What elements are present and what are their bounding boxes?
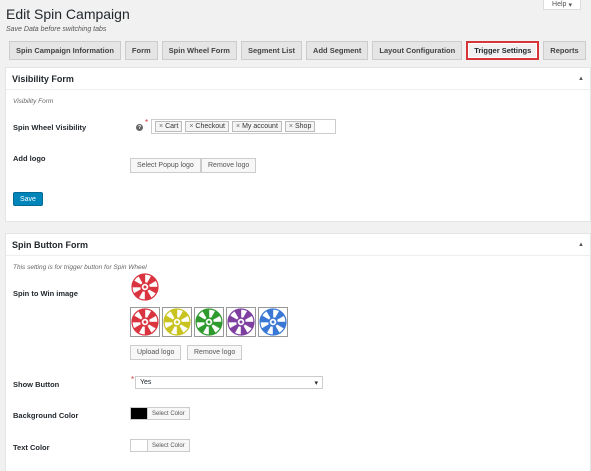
select-popup-logo-button[interactable]: Select Popup logo [130,158,201,173]
spin-wheel-icon [259,308,287,336]
required-marker: * [145,118,149,127]
help-icon[interactable]: ? [136,124,143,131]
panel-title: Spin Button Form [12,239,88,250]
upload-logo-button[interactable]: Upload logo [130,345,182,360]
spin-wheel-icon [163,308,191,336]
tab-layout-configuration[interactable]: Layout Configuration [372,41,463,60]
wheel-center [207,320,211,324]
selected-chip-shop: × Shop [284,121,316,132]
spin-wheel-icon [131,308,159,336]
text-color-label: Text Color [13,443,50,452]
background-color-picker[interactable]: Select Color [130,407,190,420]
add-logo-label: Add logo [13,154,46,163]
help-tab[interactable]: Help ▾ [543,0,581,10]
spin-wheel-icon [195,308,223,336]
wheel-center [271,320,275,324]
tab-spin-campaign-information[interactable]: Spin Campaign Information [9,41,121,60]
visibility-form-header[interactable]: Visibility Form ▲ [6,68,590,90]
select-value: Yes [140,379,152,386]
chevron-down-icon: ▾ [314,379,318,387]
panel-description: This setting is for trigger button for S… [13,264,147,271]
help-label: Help [552,1,567,8]
tab-trigger-settings[interactable]: Trigger Settings [466,41,540,60]
color-swatch [131,408,148,419]
color-swatch [131,440,148,451]
spin-to-win-image-label: Spin to Win image [13,289,78,298]
panel-description: Visibility Form [13,98,54,105]
wheel-option-red[interactable] [130,307,160,337]
page-subtitle: Save Data before switching tabs [6,26,107,33]
remove-logo-button[interactable]: Remove logo [187,345,243,360]
tab-bar: Spin Campaign Information Form Spin Whee… [9,41,586,60]
wheel-option-blue[interactable] [258,307,288,337]
chip-label: Cart [165,123,179,130]
select-color-label: Select Color [152,410,185,417]
tab-spin-wheel-form[interactable]: Spin Wheel Form [161,41,237,60]
wheel-option-purple-green[interactable] [226,307,256,337]
tab-segment-list[interactable]: Segment List [240,41,303,60]
collapse-toggle-icon[interactable]: ▲ [578,76,584,82]
chevron-down-icon: ▾ [568,1,572,9]
selected-wheel-preview [130,272,160,302]
remove-chip-icon[interactable]: × [189,123,193,130]
wheel-center [143,320,147,324]
spin-button-form-panel: Spin Button Form ▲ This setting is for t… [5,233,591,471]
tab-add-segment[interactable]: Add Segment [306,41,369,60]
show-button-label: Show Button [13,380,60,389]
chip-label: Checkout [195,123,225,130]
select-color-label: Select Color [152,442,185,449]
remove-chip-icon[interactable]: × [159,123,163,130]
wheel-center [143,285,147,289]
spin-button-form-header[interactable]: Spin Button Form ▲ [6,234,590,256]
selected-chip-cart: × Cart [155,121,183,132]
tab-form[interactable]: Form [124,41,158,60]
remove-chip-icon[interactable]: × [236,123,240,130]
spin-wheel-visibility-select[interactable]: × Cart × Checkout × My account × Shop [151,119,336,134]
save-button[interactable]: Save [13,192,43,206]
show-button-select[interactable]: Yes ▾ [135,376,323,389]
selected-chip-checkout: × Checkout [185,121,229,132]
tab-reports[interactable]: Reports [543,41,586,60]
remove-chip-icon[interactable]: × [289,123,293,130]
text-color-picker[interactable]: Select Color [130,439,190,452]
panel-title: Visibility Form [12,73,74,84]
wheel-option-green[interactable] [194,307,224,337]
remove-logo-button[interactable]: Remove logo [201,158,257,173]
spin-wheel-icon [227,308,255,336]
visibility-form-panel: Visibility Form ▲ Visibility Form Spin W… [5,67,591,222]
spin-wheel-icon [131,273,159,301]
wheel-option-yellow-green[interactable] [162,307,192,337]
background-color-label: Background Color [13,411,79,420]
selected-chip-my-account: × My account [232,121,282,132]
wheel-center [175,320,179,324]
required-marker: * [131,375,135,384]
page-title: Edit Spin Campaign [6,6,130,22]
chip-label: Shop [294,123,312,130]
spin-wheel-visibility-label: Spin Wheel Visibility [13,123,87,132]
wheel-center [239,320,243,324]
chip-label: My account [242,123,278,130]
collapse-toggle-icon[interactable]: ▲ [578,242,584,248]
